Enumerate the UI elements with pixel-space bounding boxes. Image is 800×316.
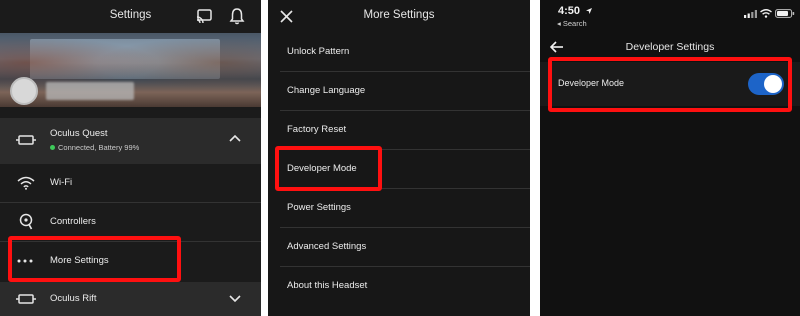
page-title: More Settings [363,9,435,21]
menu-item-label: Controllers [50,216,96,227]
headset-icon [16,135,36,145]
profile-name-redacted [46,82,134,100]
highlight-box-more-settings [8,236,181,282]
more-settings-header: More Settings [268,0,530,33]
headset-icon [16,294,36,304]
menu-item-label: Factory Reset [287,124,347,135]
menu-item-change-language[interactable]: Change Language [268,72,530,110]
cellular-signal-icon [744,10,757,18]
menu-item-unlock-pattern[interactable]: Unlock Pattern [268,33,530,71]
menu-item-power-settings[interactable]: Power Settings [268,189,530,227]
menu-item-wifi[interactable]: Wi-Fi [0,164,261,202]
cast-icon[interactable] [196,8,214,24]
battery-icon [775,9,795,18]
menu-item-label: Advanced Settings [287,241,367,252]
device-name: Oculus Rift [50,293,97,304]
menu-item-label: Unlock Pattern [287,46,350,57]
settings-panel: Settings Oculus Quest Connected, Battery… [0,0,261,316]
avatar[interactable] [10,77,38,105]
menu-item-label: Power Settings [287,202,351,213]
menu-item-about-headset[interactable]: About this Headset [268,267,530,305]
menu-item-advanced-settings[interactable]: Advanced Settings [268,228,530,266]
controller-icon [19,213,33,230]
chevron-down-icon[interactable] [229,295,241,303]
menu-item-label: Change Language [287,85,366,96]
menu-item-label: Wi-Fi [50,177,73,188]
status-time: 4:50 [558,5,581,17]
device-name: Oculus Quest [50,128,108,139]
more-settings-panel: More Settings Unlock Pattern Change Lang… [268,0,530,316]
page-title: Developer Settings [625,41,715,53]
developer-settings-panel: 4:50 ◂ Search Developer Settings Develop… [540,0,800,316]
device-status: Connected, Battery 99% [58,143,140,152]
ios-status-bar: 4:50 ◂ Search [540,0,800,30]
highlight-box-developer-toggle [548,57,792,112]
settings-header: Settings [0,0,261,33]
location-arrow-icon [586,8,592,14]
highlight-box-developer-mode [275,146,382,191]
wifi-status-icon [760,9,772,18]
bell-icon[interactable] [229,7,245,25]
chevron-up-icon[interactable] [229,134,241,142]
device-row-oculus-rift[interactable]: Oculus Rift [0,282,261,316]
menu-item-factory-reset[interactable]: Factory Reset [268,111,530,149]
back-to-app-link[interactable]: ◂ Search [557,19,587,28]
status-dot [50,145,55,150]
page-title: Settings [109,9,152,21]
device-row-oculus-quest[interactable]: Oculus Quest Connected, Battery 99% [0,118,261,164]
wifi-icon [17,176,35,190]
menu-item-label: About this Headset [287,280,368,291]
